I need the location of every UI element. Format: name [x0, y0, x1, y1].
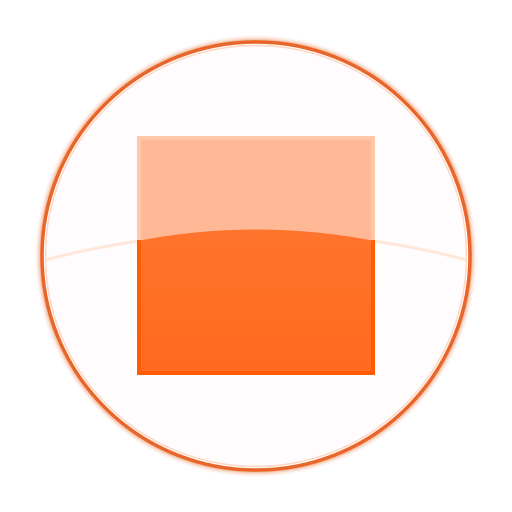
- stop-square-gloss: [137, 136, 375, 241]
- stop-icon[interactable]: [0, 0, 512, 512]
- icon-canvas: [0, 0, 512, 512]
- stop-square: [137, 136, 375, 375]
